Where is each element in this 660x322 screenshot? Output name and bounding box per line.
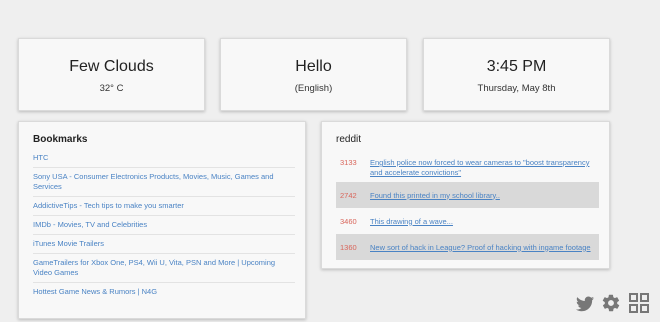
weather-widget: Few Clouds 32° C [18, 38, 205, 111]
bookmark-link[interactable]: iTunes Movie Trailers [33, 235, 295, 254]
weather-condition: Few Clouds [69, 58, 154, 75]
reddit-panel: reddit 3133 English police now forced to… [321, 121, 610, 269]
bookmark-link[interactable]: Hottest Game News & Rumors | N4G [33, 283, 295, 301]
reddit-post[interactable]: 1360 New sort of hack in League? Proof o… [336, 234, 599, 260]
reddit-score: 3460 [340, 216, 357, 226]
greeting-language: (English) [294, 83, 333, 94]
reddit-score: 2742 [340, 190, 357, 200]
greeting-text: Hello [295, 58, 332, 75]
reddit-post-link[interactable]: Found this printed in my school library.… [370, 190, 595, 201]
greeting-widget: Hello (English) [220, 38, 407, 111]
weather-temperature: 32° C [99, 83, 124, 94]
bookmark-link[interactable]: Sony USA - Consumer Electronics Products… [33, 168, 295, 197]
reddit-post-link[interactable]: This drawing of a wave... [370, 216, 595, 227]
clock-widget: 3:45 PM Thursday, May 8th [423, 38, 610, 111]
reddit-post-link[interactable]: New sort of hack in League? Proof of hac… [370, 242, 595, 253]
reddit-post[interactable]: 3460 This drawing of a wave... [336, 208, 599, 234]
twitter-icon[interactable] [576, 295, 594, 313]
reddit-score: 3133 [340, 158, 357, 167]
apps-grid-icon[interactable] [629, 293, 649, 313]
bookmark-link[interactable]: GameTrailers for Xbox One, PS4, Wii U, V… [33, 254, 295, 283]
bookmark-link[interactable]: AddictiveTips - Tech tips to make you sm… [33, 197, 295, 216]
gear-icon[interactable] [601, 293, 621, 313]
bookmarks-title: Bookmarks [33, 134, 88, 145]
reddit-score: 1360 [340, 242, 357, 252]
reddit-title: reddit [336, 134, 362, 145]
reddit-post[interactable]: 2742 Found this printed in my school lib… [336, 182, 599, 208]
bookmarks-panel: Bookmarks HTC Sony USA - Consumer Electr… [18, 121, 306, 319]
reddit-post[interactable]: 3133 English police now forced to wear c… [336, 153, 599, 182]
reddit-post-link[interactable]: English police now forced to wear camera… [370, 157, 595, 178]
bookmark-link[interactable]: HTC [33, 149, 295, 168]
clock-time: 3:45 PM [486, 58, 547, 75]
clock-date: Thursday, May 8th [477, 83, 556, 94]
bookmark-link[interactable]: IMDb - Movies, TV and Celebrities [33, 216, 295, 235]
